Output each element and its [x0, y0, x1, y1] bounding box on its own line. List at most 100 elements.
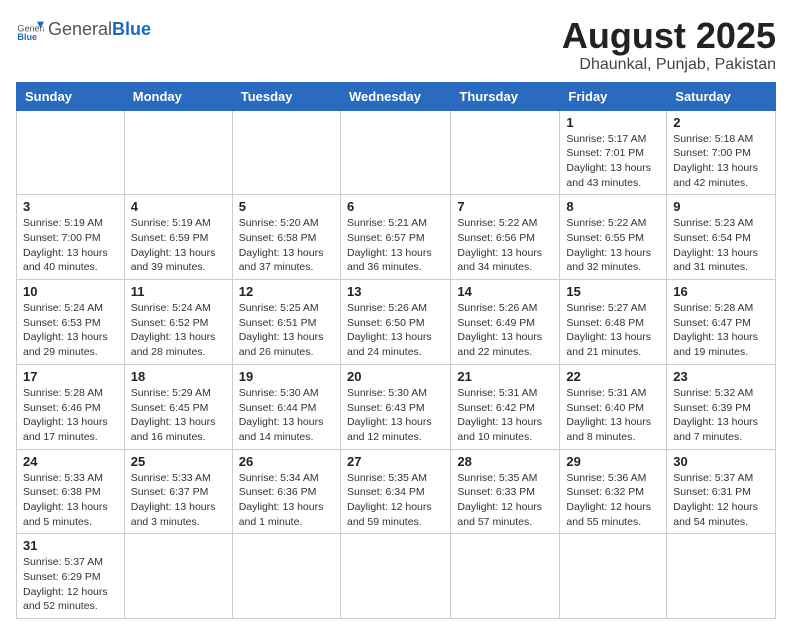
calendar-week-row: 3Sunrise: 5:19 AM Sunset: 7:00 PM Daylig…	[17, 195, 776, 280]
day-info: Sunrise: 5:19 AM Sunset: 7:00 PM Dayligh…	[23, 216, 118, 275]
calendar-cell	[17, 110, 125, 195]
day-number: 13	[347, 284, 444, 299]
day-info: Sunrise: 5:31 AM Sunset: 6:42 PM Dayligh…	[457, 386, 553, 445]
page-header: General Blue GeneralBlue August 2025 Dha…	[16, 16, 776, 74]
calendar-cell	[232, 534, 340, 619]
calendar-cell: 4Sunrise: 5:19 AM Sunset: 6:59 PM Daylig…	[124, 195, 232, 280]
day-number: 23	[673, 369, 769, 384]
day-info: Sunrise: 5:24 AM Sunset: 6:52 PM Dayligh…	[131, 301, 226, 360]
calendar-cell: 18 Sunrise: 5:29 AM Sunset: 6:45 PM Dayli…	[124, 364, 232, 449]
day-number: 31	[23, 538, 118, 553]
calendar-week-row: 1 Sunrise: 5:17 AM Sunset: 7:01 PM Daylig…	[17, 110, 776, 195]
day-number: 5	[239, 199, 334, 214]
calendar-cell	[451, 110, 560, 195]
day-number: 26	[239, 454, 334, 469]
calendar-cell	[560, 534, 667, 619]
day-info: Sunrise: 5:20 AM Sunset: 6:58 PM Dayligh…	[239, 216, 334, 275]
day-info: Sunrise: 5:26 AM Sunset: 6:50 PM Dayligh…	[347, 301, 444, 360]
calendar-cell: 21 Sunrise: 5:31 AM Sunset: 6:42 PM Dayli…	[451, 364, 560, 449]
day-info: Sunrise: 5:18 AM Sunset: 7:00 PM Dayligh…	[673, 132, 769, 191]
logo-general-text: General	[48, 19, 112, 39]
day-number: 4	[131, 199, 226, 214]
day-number: 28	[457, 454, 553, 469]
day-info: Sunrise: 5:37 AM Sunset: 6:29 PM Dayligh…	[23, 555, 118, 614]
day-info: Sunrise: 5:35 AM Sunset: 6:34 PM Dayligh…	[347, 471, 444, 530]
calendar-cell: 1 Sunrise: 5:17 AM Sunset: 7:01 PM Daylig…	[560, 110, 667, 195]
calendar-cell: 14Sunrise: 5:26 AM Sunset: 6:49 PM Dayli…	[451, 280, 560, 365]
calendar-cell: 25 Sunrise: 5:33 AM Sunset: 6:37 PM Dayli…	[124, 449, 232, 534]
day-info: Sunrise: 5:33 AM Sunset: 6:37 PM Dayligh…	[131, 471, 226, 530]
calendar-cell: 31 Sunrise: 5:37 AM Sunset: 6:29 PM Dayli…	[17, 534, 125, 619]
day-number: 30	[673, 454, 769, 469]
day-info: Sunrise: 5:33 AM Sunset: 6:38 PM Dayligh…	[23, 471, 118, 530]
day-number: 11	[131, 284, 226, 299]
day-number: 20	[347, 369, 444, 384]
calendar-cell: 20 Sunrise: 5:30 AM Sunset: 6:43 PM Dayli…	[340, 364, 450, 449]
calendar-cell	[667, 534, 776, 619]
calendar-cell	[340, 534, 450, 619]
calendar-cell: 16Sunrise: 5:28 AM Sunset: 6:47 PM Dayli…	[667, 280, 776, 365]
calendar-cell: 27 Sunrise: 5:35 AM Sunset: 6:34 PM Dayli…	[340, 449, 450, 534]
day-info: Sunrise: 5:24 AM Sunset: 6:53 PM Dayligh…	[23, 301, 118, 360]
day-info: Sunrise: 5:25 AM Sunset: 6:51 PM Dayligh…	[239, 301, 334, 360]
logo-blue-text: Blue	[112, 19, 151, 39]
weekday-header-monday: Monday	[124, 82, 232, 110]
day-number: 7	[457, 199, 553, 214]
calendar-table: SundayMondayTuesdayWednesdayThursdayFrid…	[16, 82, 776, 620]
day-info: Sunrise: 5:27 AM Sunset: 6:48 PM Dayligh…	[566, 301, 660, 360]
calendar-cell: 15 Sunrise: 5:27 AM Sunset: 6:48 PM Dayli…	[560, 280, 667, 365]
calendar-week-row: 31 Sunrise: 5:37 AM Sunset: 6:29 PM Dayli…	[17, 534, 776, 619]
day-number: 15	[566, 284, 660, 299]
day-number: 29	[566, 454, 660, 469]
day-number: 2	[673, 115, 769, 130]
day-number: 8	[566, 199, 660, 214]
title-section: August 2025 Dhaunkal, Punjab, Pakistan	[562, 16, 776, 74]
day-info: Sunrise: 5:31 AM Sunset: 6:40 PM Dayligh…	[566, 386, 660, 445]
day-number: 10	[23, 284, 118, 299]
calendar-cell: 23 Sunrise: 5:32 AM Sunset: 6:39 PM Dayli…	[667, 364, 776, 449]
calendar-cell: 2 Sunrise: 5:18 AM Sunset: 7:00 PM Daylig…	[667, 110, 776, 195]
calendar-week-row: 10 Sunrise: 5:24 AM Sunset: 6:53 PM Dayli…	[17, 280, 776, 365]
month-year-title: August 2025	[562, 16, 776, 56]
calendar-cell: 29 Sunrise: 5:36 AM Sunset: 6:32 PM Dayli…	[560, 449, 667, 534]
calendar-cell: 13 Sunrise: 5:26 AM Sunset: 6:50 PM Dayli…	[340, 280, 450, 365]
calendar-cell	[232, 110, 340, 195]
day-number: 27	[347, 454, 444, 469]
weekday-header-tuesday: Tuesday	[232, 82, 340, 110]
day-info: Sunrise: 5:17 AM Sunset: 7:01 PM Dayligh…	[566, 132, 660, 191]
day-info: Sunrise: 5:30 AM Sunset: 6:44 PM Dayligh…	[239, 386, 334, 445]
day-info: Sunrise: 5:36 AM Sunset: 6:32 PM Dayligh…	[566, 471, 660, 530]
weekday-header-sunday: Sunday	[17, 82, 125, 110]
weekday-header-saturday: Saturday	[667, 82, 776, 110]
calendar-week-row: 17Sunrise: 5:28 AM Sunset: 6:46 PM Dayli…	[17, 364, 776, 449]
calendar-cell: 5 Sunrise: 5:20 AM Sunset: 6:58 PM Daylig…	[232, 195, 340, 280]
day-info: Sunrise: 5:22 AM Sunset: 6:55 PM Dayligh…	[566, 216, 660, 275]
calendar-cell: 22 Sunrise: 5:31 AM Sunset: 6:40 PM Dayli…	[560, 364, 667, 449]
weekday-header-thursday: Thursday	[451, 82, 560, 110]
day-number: 6	[347, 199, 444, 214]
calendar-cell: 24Sunrise: 5:33 AM Sunset: 6:38 PM Dayli…	[17, 449, 125, 534]
location-subtitle: Dhaunkal, Punjab, Pakistan	[562, 56, 776, 74]
calendar-cell: 28 Sunrise: 5:35 AM Sunset: 6:33 PM Dayli…	[451, 449, 560, 534]
weekday-header-row: SundayMondayTuesdayWednesdayThursdayFrid…	[17, 82, 776, 110]
calendar-cell: 11 Sunrise: 5:24 AM Sunset: 6:52 PM Dayli…	[124, 280, 232, 365]
day-info: Sunrise: 5:28 AM Sunset: 6:47 PM Dayligh…	[673, 301, 769, 360]
day-info: Sunrise: 5:29 AM Sunset: 6:45 PM Dayligh…	[131, 386, 226, 445]
weekday-header-wednesday: Wednesday	[340, 82, 450, 110]
calendar-cell: 9Sunrise: 5:23 AM Sunset: 6:54 PM Daylig…	[667, 195, 776, 280]
day-number: 21	[457, 369, 553, 384]
calendar-cell: 8 Sunrise: 5:22 AM Sunset: 6:55 PM Daylig…	[560, 195, 667, 280]
day-number: 18	[131, 369, 226, 384]
day-number: 22	[566, 369, 660, 384]
day-number: 17	[23, 369, 118, 384]
day-number: 1	[566, 115, 660, 130]
day-info: Sunrise: 5:32 AM Sunset: 6:39 PM Dayligh…	[673, 386, 769, 445]
day-info: Sunrise: 5:35 AM Sunset: 6:33 PM Dayligh…	[457, 471, 553, 530]
day-info: Sunrise: 5:23 AM Sunset: 6:54 PM Dayligh…	[673, 216, 769, 275]
day-number: 12	[239, 284, 334, 299]
day-info: Sunrise: 5:30 AM Sunset: 6:43 PM Dayligh…	[347, 386, 444, 445]
calendar-cell: 19Sunrise: 5:30 AM Sunset: 6:44 PM Dayli…	[232, 364, 340, 449]
day-number: 25	[131, 454, 226, 469]
calendar-cell: 30Sunrise: 5:37 AM Sunset: 6:31 PM Dayli…	[667, 449, 776, 534]
calendar-cell: 6Sunrise: 5:21 AM Sunset: 6:57 PM Daylig…	[340, 195, 450, 280]
